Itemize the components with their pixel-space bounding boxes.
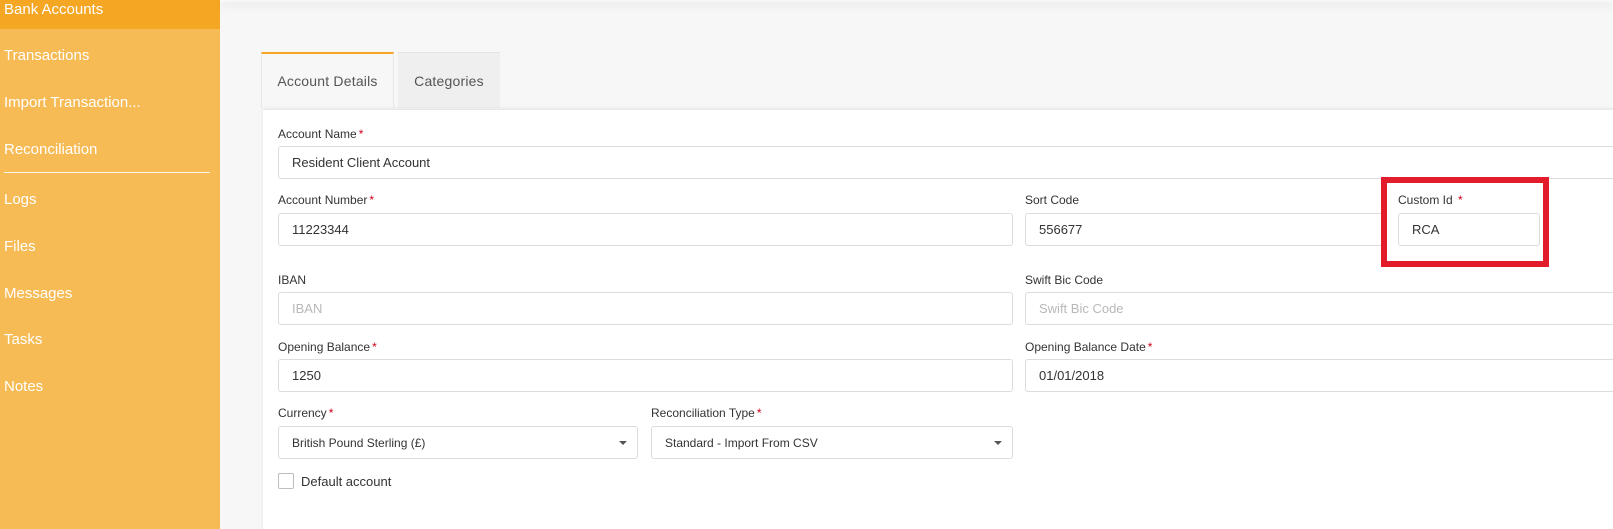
opening-balance-input[interactable]: 1250 [278, 359, 1013, 392]
default-account-checkbox[interactable] [278, 473, 294, 489]
tab-categories[interactable]: Categories [398, 52, 500, 108]
required-mark: * [1147, 340, 1153, 354]
currency-select[interactable]: British Pound Sterling (£) [278, 426, 638, 459]
chevron-down-icon [619, 441, 627, 445]
currency-label: Currency * [278, 406, 334, 420]
required-mark: * [1458, 193, 1463, 207]
account-number-label: Account Number * [278, 193, 375, 207]
required-mark: * [328, 406, 334, 420]
required-mark: * [372, 340, 377, 354]
sidebar-divider [4, 172, 210, 173]
sidebar-item-files[interactable]: Files [4, 238, 36, 255]
required-mark: * [358, 127, 364, 141]
iban-label: IBAN [278, 273, 307, 287]
sidebar-item-tasks[interactable]: Tasks [4, 331, 42, 348]
swift-bic-input[interactable]: Swift Bic Code [1025, 292, 1613, 325]
opening-balance-date-label: Opening Balance Date * [1025, 340, 1153, 354]
sort-code-label: Sort Code [1025, 193, 1080, 207]
top-bar [220, 0, 1613, 2]
required-mark: * [369, 193, 375, 207]
reconciliation-type-label: Reconciliation Type * [651, 406, 762, 420]
opening-balance-label: Opening Balance * [278, 340, 377, 354]
account-number-input[interactable]: 11223344 [278, 213, 1013, 246]
default-account-label: Default account [301, 474, 392, 489]
tab-account-details[interactable]: Account Details [261, 52, 394, 108]
account-name-label: Account Name * [278, 127, 364, 141]
reconciliation-type-select[interactable]: Standard - Import From CSV [651, 426, 1013, 459]
custom-id-input[interactable]: RCA [1398, 213, 1540, 246]
chevron-down-icon [994, 441, 1002, 445]
swift-bic-label: Swift Bic Code [1025, 273, 1104, 287]
custom-id-label: Custom Id * [1398, 193, 1463, 207]
sidebar-item-bank-accounts[interactable]: Bank Accounts [0, 0, 220, 29]
sidebar-item-messages[interactable]: Messages [4, 285, 72, 302]
sidebar: Bank Accounts Transactions Import Transa… [0, 0, 220, 529]
sidebar-item-import-transactions[interactable]: Import Transaction... [4, 94, 141, 111]
sidebar-item-transactions[interactable]: Transactions [4, 47, 89, 64]
required-mark: * [756, 406, 762, 420]
sidebar-item-notes[interactable]: Notes [4, 378, 43, 395]
sidebar-item-reconciliation[interactable]: Reconciliation [4, 141, 97, 158]
sidebar-item-logs[interactable]: Logs [4, 191, 37, 208]
account-name-input[interactable]: Resident Client Account [278, 146, 1613, 179]
reconciliation-type-selected-value: Standard - Import From CSV [665, 435, 818, 450]
iban-input[interactable]: IBAN [278, 292, 1013, 325]
currency-selected-value: British Pound Sterling (£) [292, 435, 426, 450]
opening-balance-date-input[interactable]: 01/01/2018 [1025, 359, 1613, 392]
sort-code-input[interactable]: 556677 [1025, 213, 1385, 246]
